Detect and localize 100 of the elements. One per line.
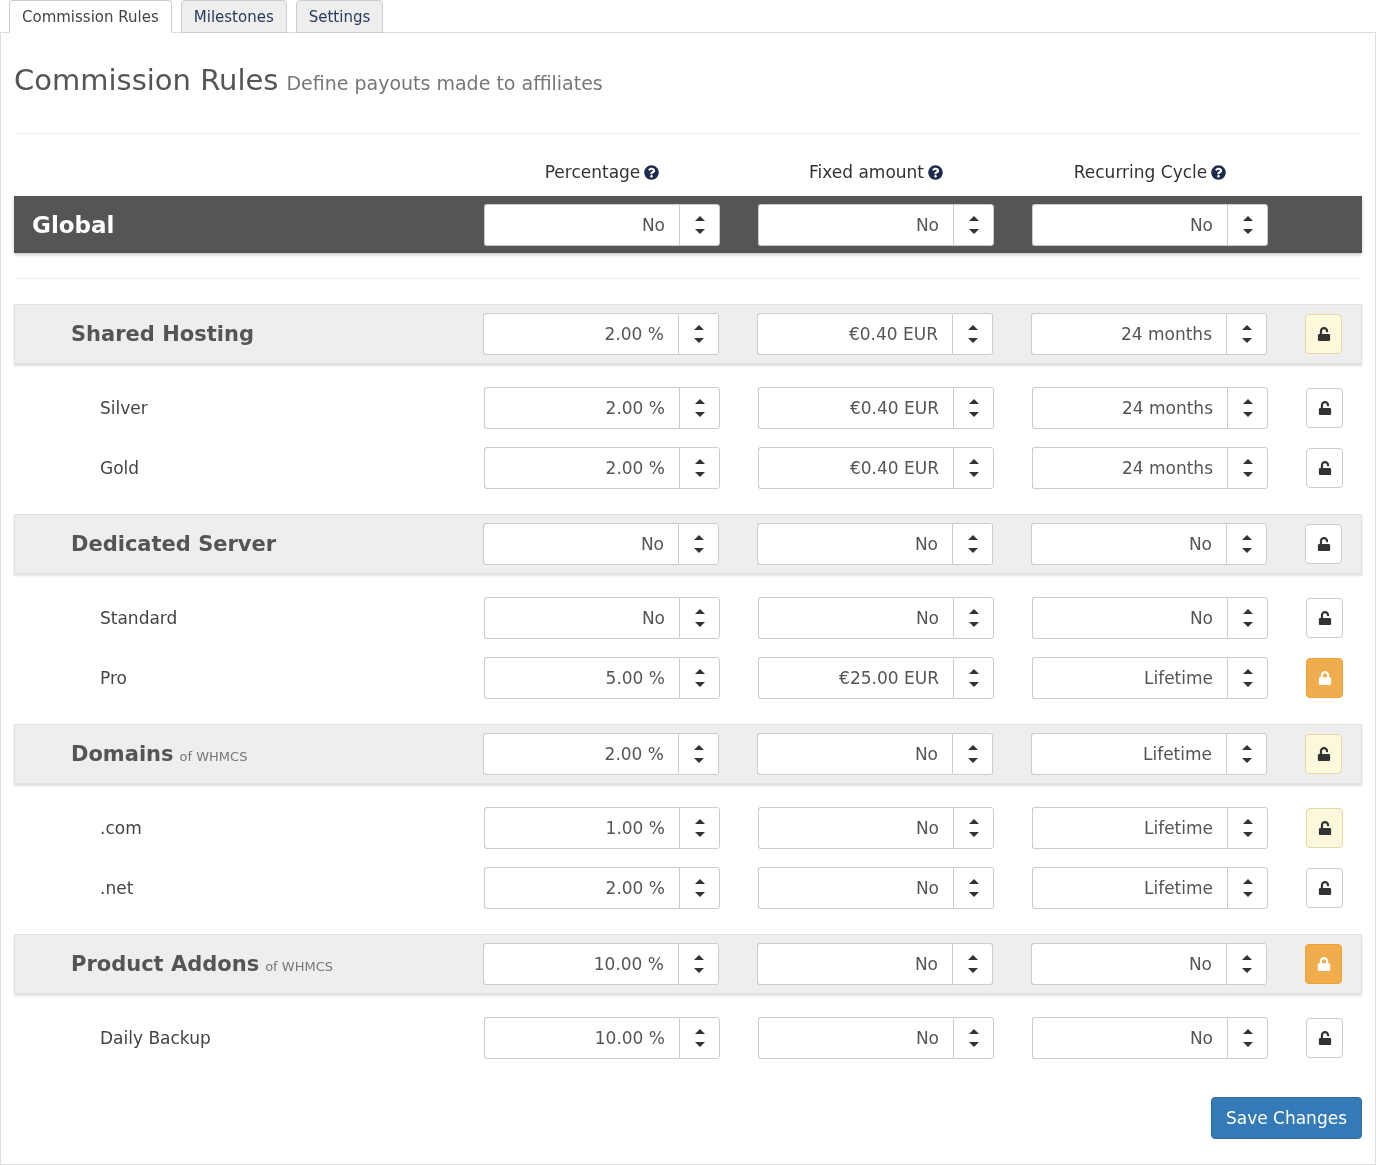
spinner-button[interactable] xyxy=(953,447,994,489)
spinner-button[interactable] xyxy=(1227,447,1268,489)
spinner-button[interactable] xyxy=(1227,807,1268,849)
spinner-button[interactable] xyxy=(953,1017,994,1059)
value-input[interactable]: No xyxy=(484,597,679,639)
value-input[interactable]: 10.00 % xyxy=(484,1017,679,1059)
spinner-button[interactable] xyxy=(953,203,994,246)
help-icon[interactable] xyxy=(644,164,660,180)
lock-button[interactable] xyxy=(1306,1018,1343,1058)
spinner-button[interactable] xyxy=(1227,387,1268,429)
global-label: Global xyxy=(31,211,116,238)
spinner-button[interactable] xyxy=(953,867,994,909)
spinner-button[interactable] xyxy=(679,657,720,699)
spinner-button[interactable] xyxy=(953,807,994,849)
spinner-button[interactable] xyxy=(679,203,720,246)
value-input[interactable]: Lifetime xyxy=(1031,733,1226,775)
value-input[interactable]: 10.00 % xyxy=(483,943,678,985)
value-input[interactable]: 2.00 % xyxy=(483,313,678,355)
value-input[interactable]: No xyxy=(758,597,953,639)
save-button[interactable]: Save Changes xyxy=(1210,1097,1362,1139)
spinner-button[interactable] xyxy=(1226,523,1267,565)
lock-button[interactable] xyxy=(1306,448,1343,488)
value-input[interactable]: No xyxy=(757,523,952,565)
value-input[interactable]: No xyxy=(758,807,953,849)
spinner-button[interactable] xyxy=(952,733,993,775)
value-input[interactable]: No xyxy=(483,523,678,565)
spinner-button[interactable] xyxy=(678,733,719,775)
spinner-button[interactable] xyxy=(1226,733,1267,775)
lock-button[interactable] xyxy=(1306,388,1343,428)
spinner-button[interactable] xyxy=(679,387,720,429)
spinner-button[interactable] xyxy=(678,943,719,985)
spinner-button[interactable] xyxy=(1227,867,1268,909)
value-input[interactable]: 2.00 % xyxy=(484,387,679,429)
spinner-button[interactable] xyxy=(1227,1017,1268,1059)
spinner-button[interactable] xyxy=(679,807,720,849)
value-input[interactable]: €25.00 EUR xyxy=(758,657,953,699)
tab[interactable]: Settings xyxy=(295,0,384,33)
unlock-icon xyxy=(1317,881,1332,895)
value-input[interactable]: Lifetime xyxy=(1032,867,1227,909)
help-icon[interactable] xyxy=(928,164,944,180)
lock-button[interactable] xyxy=(1305,524,1342,564)
value-input[interactable]: No xyxy=(1032,1017,1227,1059)
spinner-button[interactable] xyxy=(679,867,720,909)
spinner-button[interactable] xyxy=(952,313,993,355)
spinner-button[interactable] xyxy=(1227,597,1268,639)
spinner-button[interactable] xyxy=(679,597,720,639)
value-input[interactable]: No xyxy=(484,203,679,246)
value-input[interactable]: 2.00 % xyxy=(483,733,678,775)
up-down-caret-icon xyxy=(1240,953,1253,975)
value-input[interactable]: No xyxy=(1031,943,1226,985)
value-input[interactable]: 24 months xyxy=(1032,387,1227,429)
value-input[interactable]: No xyxy=(758,1017,953,1059)
value-input[interactable]: No xyxy=(758,867,953,909)
value-input[interactable]: No xyxy=(757,733,952,775)
spinner-button[interactable] xyxy=(679,1017,720,1059)
value-input[interactable]: 24 months xyxy=(1031,313,1226,355)
lock-button[interactable] xyxy=(1306,598,1343,638)
up-down-caret-icon xyxy=(1241,817,1254,839)
value-input[interactable]: 1.00 % xyxy=(484,807,679,849)
spinner-button[interactable] xyxy=(1226,313,1267,355)
value-input[interactable]: 2.00 % xyxy=(484,867,679,909)
spinner-button[interactable] xyxy=(953,387,994,429)
value-input[interactable]: No xyxy=(757,943,952,985)
spinner-button[interactable] xyxy=(1227,203,1268,246)
value-input[interactable]: No xyxy=(758,203,953,246)
value-input[interactable]: No xyxy=(1031,523,1226,565)
lock-button[interactable] xyxy=(1306,868,1343,908)
value-input[interactable]: €0.40 EUR xyxy=(758,387,953,429)
value-input[interactable]: Lifetime xyxy=(1032,807,1227,849)
value-input[interactable]: 24 months xyxy=(1032,447,1227,489)
spinner-button[interactable] xyxy=(953,657,994,699)
lock-button[interactable] xyxy=(1306,808,1343,848)
spinner-button[interactable] xyxy=(679,447,720,489)
up-down-caret-icon xyxy=(692,743,705,765)
spinner-button[interactable] xyxy=(952,523,993,565)
help-icon[interactable] xyxy=(1211,164,1227,180)
up-down-caret-icon xyxy=(1240,533,1253,555)
value-input[interactable]: 2.00 % xyxy=(484,447,679,489)
up-down-caret-icon xyxy=(693,817,706,839)
spinner-button[interactable] xyxy=(678,313,719,355)
value-input[interactable]: €0.40 EUR xyxy=(758,447,953,489)
spinner-button[interactable] xyxy=(953,597,994,639)
group-source: of WHMCS xyxy=(265,959,333,974)
tab[interactable]: Milestones xyxy=(180,0,287,33)
tab[interactable]: Commission Rules xyxy=(9,0,172,33)
lock-button[interactable] xyxy=(1305,734,1342,774)
spinner-button[interactable] xyxy=(678,523,719,565)
value-input[interactable]: €0.40 EUR xyxy=(757,313,952,355)
up-down-caret-icon xyxy=(693,1027,706,1049)
value-input[interactable]: 5.00 % xyxy=(484,657,679,699)
lock-button[interactable] xyxy=(1305,314,1342,354)
value-input[interactable]: Lifetime xyxy=(1032,657,1227,699)
spinner-button[interactable] xyxy=(952,943,993,985)
spinner-button[interactable] xyxy=(1226,943,1267,985)
spinner-button[interactable] xyxy=(1227,657,1268,699)
unlock-icon xyxy=(1317,821,1332,835)
value-input[interactable]: No xyxy=(1032,203,1227,246)
value-input[interactable]: No xyxy=(1032,597,1227,639)
item-name: .com xyxy=(99,818,143,838)
item-name: Standard xyxy=(99,608,179,628)
